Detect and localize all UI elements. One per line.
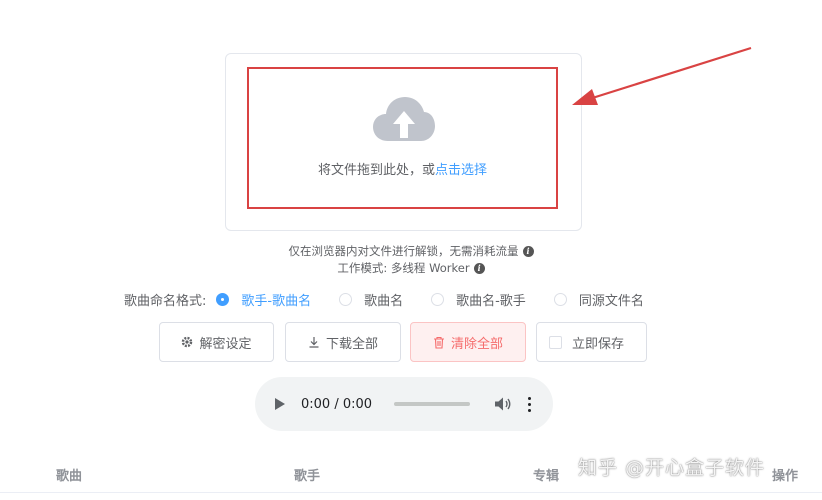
radio-label: 歌曲名: [364, 293, 404, 309]
time-display: 0:00 / 0:00: [301, 396, 373, 412]
progress-slider[interactable]: [394, 402, 471, 406]
column-header-album[interactable]: 专辑: [533, 465, 559, 484]
naming-format-group: 歌曲命名格式: 歌手-歌曲名 歌曲名 歌曲名-歌手 同源文件名: [124, 289, 672, 309]
clear-all-label: 清除全部: [450, 336, 503, 352]
download-all-button[interactable]: 下载全部: [285, 322, 401, 362]
column-header-artist[interactable]: 歌手: [294, 465, 320, 484]
radio-artist-title[interactable]: 歌手-歌曲名: [216, 290, 311, 309]
click-select-link[interactable]: 点击选择: [435, 163, 487, 178]
column-header-song[interactable]: 歌曲: [56, 465, 82, 484]
trash-icon: [433, 336, 445, 349]
radio-source-filename[interactable]: 同源文件名: [553, 290, 644, 309]
play-icon[interactable]: [275, 398, 285, 410]
cloud-upload-icon: [373, 97, 435, 141]
naming-format-label: 歌曲命名格式:: [124, 293, 207, 309]
decrypt-settings-label: 解密设定: [199, 336, 252, 352]
gear-icon: [181, 336, 193, 348]
drop-instruction: 将文件拖到此处，或点击选择: [247, 159, 558, 178]
download-icon: [308, 336, 320, 348]
radio-indicator[interactable]: [216, 292, 230, 306]
column-header-actions: 操作: [772, 469, 799, 484]
drop-text: 将文件拖到此处，或: [317, 163, 435, 178]
more-options-icon[interactable]: [528, 396, 532, 412]
info-icon[interactable]: i: [473, 263, 485, 274]
audio-player: 0:00 / 0:00: [255, 377, 553, 431]
download-all-label: 下载全部: [325, 336, 378, 352]
work-mode-text: 工作模式: 多线程 Worker: [337, 261, 470, 275]
clear-all-button[interactable]: 清除全部: [410, 322, 526, 362]
checkbox-indicator[interactable]: [549, 335, 562, 349]
radio-title-artist[interactable]: 歌曲名-歌手: [431, 290, 526, 309]
radio-label: 歌手-歌曲名: [241, 293, 312, 309]
volume-icon[interactable]: [494, 396, 512, 412]
radio-indicator[interactable]: [553, 292, 567, 306]
radio-title[interactable]: 歌曲名: [339, 290, 403, 309]
work-mode-info: 工作模式: 多线程 Worker i: [0, 260, 822, 276]
radio-indicator[interactable]: [339, 292, 353, 306]
watermark: 知乎 @开心盒子软件: [578, 457, 766, 479]
save-now-label: 立即保存: [572, 336, 625, 352]
privacy-info: 仅在浏览器内对文件进行解锁，无需消耗流量 i: [0, 243, 822, 259]
info-icon[interactable]: i: [522, 246, 534, 257]
red-arrow-annotation: [572, 46, 752, 105]
radio-label: 同源文件名: [578, 293, 644, 309]
decrypt-settings-button[interactable]: 解密设定: [159, 322, 274, 362]
radio-label: 歌曲名-歌手: [456, 293, 526, 309]
save-now-checkbox[interactable]: 立即保存: [536, 322, 647, 362]
privacy-text: 仅在浏览器内对文件进行解锁，无需消耗流量: [288, 244, 519, 258]
radio-indicator[interactable]: [431, 292, 445, 306]
